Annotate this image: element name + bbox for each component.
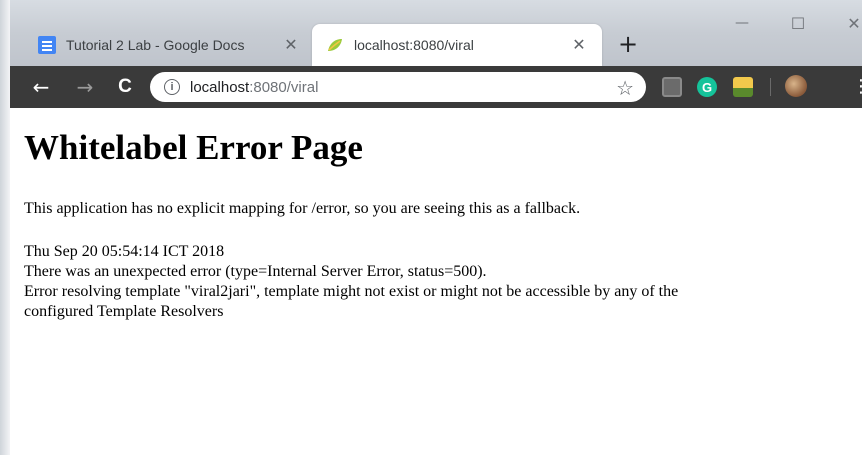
maximize-icon[interactable]: ☐ <box>787 12 809 34</box>
url-path: :8080/viral <box>249 78 319 96</box>
info-icon[interactable]: i <box>164 79 180 95</box>
forward-button[interactable]: → <box>72 74 98 100</box>
close-icon[interactable]: ✕ <box>282 36 300 54</box>
error-message: Error resolving template "viral2jari", t… <box>24 283 679 300</box>
tab-google-docs[interactable]: Tutorial 2 Lab - Google Docs ✕ <box>24 24 314 66</box>
close-icon[interactable]: ✕ <box>570 36 588 54</box>
error-timestamp: Thu Sep 20 05:54:14 ICT 2018 <box>24 243 225 260</box>
tab-localhost[interactable]: localhost:8080/viral ✕ <box>312 24 602 66</box>
close-window-icon[interactable]: ✕ <box>843 12 862 34</box>
error-details: Thu Sep 20 05:54:14 ICT 2018 There was a… <box>24 242 862 322</box>
new-tab-button[interactable]: + <box>614 30 642 58</box>
browser-toolbar: ← → C i localhost:8080/viral ☆ G ⋮ <box>0 66 862 108</box>
grammarly-icon[interactable]: G <box>697 77 717 97</box>
back-button[interactable]: ← <box>28 74 54 100</box>
error-message-cont: configured Template Resolvers <box>24 303 224 320</box>
extension-icon[interactable] <box>733 77 753 97</box>
browser-window: Tutorial 2 Lab - Google Docs ✕ localhost… <box>0 0 862 455</box>
minimize-icon[interactable]: — <box>731 12 753 34</box>
tab-title: Tutorial 2 Lab - Google Docs <box>66 37 245 53</box>
extension-icon[interactable] <box>662 77 682 97</box>
google-docs-icon <box>38 36 56 54</box>
tab-title: localhost:8080/viral <box>354 37 474 53</box>
page-content: Whitelabel Error Page This application h… <box>24 108 862 455</box>
page-title: Whitelabel Error Page <box>24 128 363 167</box>
reload-button[interactable]: C <box>112 74 138 100</box>
menu-icon[interactable]: ⋮ <box>852 76 862 98</box>
avatar[interactable] <box>785 75 807 97</box>
error-status: There was an unexpected error (type=Inte… <box>24 263 487 280</box>
title-bar: Tutorial 2 Lab - Google Docs ✕ localhost… <box>0 0 862 66</box>
toolbar-divider <box>770 78 771 96</box>
bookmark-star-icon[interactable]: ☆ <box>616 76 634 100</box>
url-host: localhost <box>190 78 250 96</box>
window-edge <box>0 0 10 455</box>
address-bar[interactable]: i localhost:8080/viral ☆ <box>150 72 646 102</box>
page-lead: This application has no explicit mapping… <box>24 200 581 217</box>
leaf-icon <box>328 39 342 51</box>
